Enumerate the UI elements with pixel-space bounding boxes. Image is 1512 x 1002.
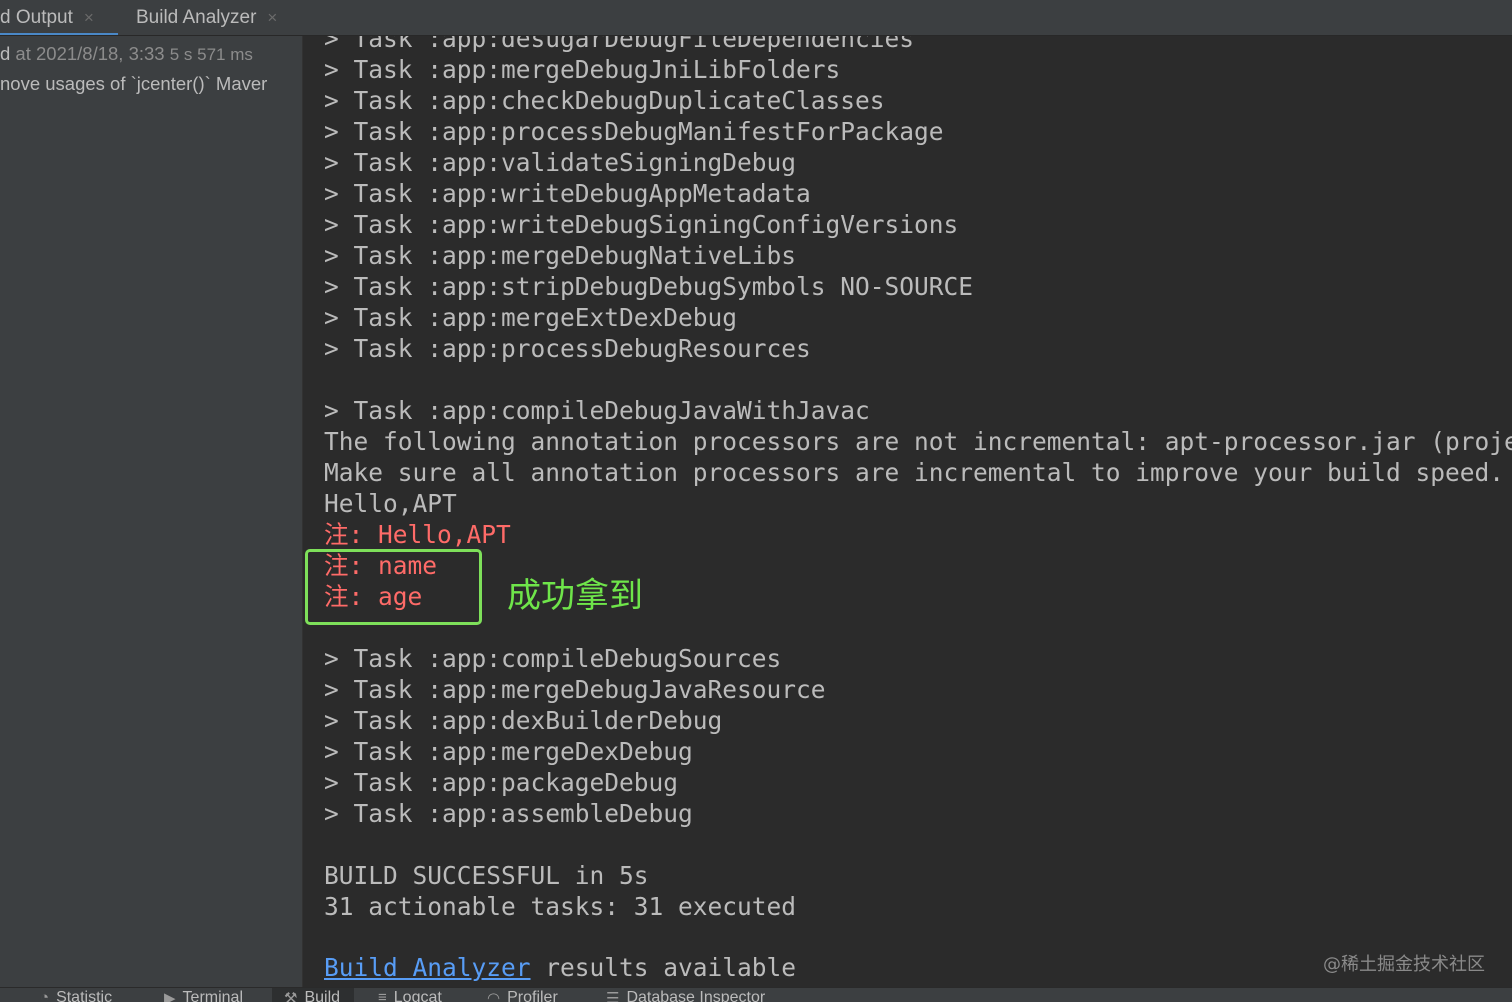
build-analyzer-link[interactable]: Build Analyzer — [324, 953, 531, 982]
console-line: > Task :app:writeDebugAppMetadata — [324, 179, 811, 208]
console-line: Make sure all annotation processors are … — [324, 458, 1505, 487]
build-tree-item-root[interactable]: d at 2021/8/18, 3:33 5 s 571 ms — [0, 40, 253, 68]
bottom-tab-label: Database Inspector — [626, 989, 766, 1002]
bottom-tool-bar: ◔ Statistic ▶ Terminal ⚒ Build ≡ Logcat … — [0, 987, 1512, 1002]
tab-build-analyzer-label: Build Analyzer — [136, 6, 257, 28]
build-timestamp: at 2021/8/18, 3:33 — [10, 43, 170, 64]
console-line-note: 注: Hello,APT — [324, 520, 511, 549]
bottom-tab-profiler[interactable]: ◠ Profiler — [487, 988, 558, 1002]
console-line: > Task :app:mergeDebugJavaResource — [324, 675, 826, 704]
bottom-tab-logcat[interactable]: ≡ Logcat — [378, 988, 442, 1002]
console-line: The following annotation processors are … — [324, 427, 1512, 456]
bottom-tab-label: Logcat — [393, 989, 442, 1002]
bottom-tab-label: Build — [304, 989, 341, 1002]
terminal-icon: ▶ — [164, 990, 176, 1002]
console-line: > Task :app:assembleDebug — [324, 799, 693, 828]
console-line: > Task :app:desugarDebugFileDependencies — [324, 36, 915, 53]
close-icon[interactable]: × — [84, 8, 94, 28]
console-line: > Task :app:mergeDebugNativeLibs — [324, 241, 797, 270]
console-line: > Task :app:compileDebugJavaWithJavac — [324, 396, 870, 425]
bottom-tab-label: Statistic — [56, 989, 113, 1002]
console-line: BUILD SUCCESSFUL in 5s — [324, 861, 649, 890]
highlight-box — [305, 549, 482, 625]
gauge-icon: ◠ — [487, 990, 501, 1002]
database-icon: ☰ — [606, 990, 620, 1002]
watermark: @稀土掘金技术社区 — [1323, 954, 1485, 975]
build-status-text: d — [0, 43, 11, 64]
pie-chart-icon: ◔ — [40, 989, 50, 1002]
tool-window-tabbar: d Output × Build Analyzer × — [0, 0, 1512, 36]
console-line: > Task :app:dexBuilderDebug — [324, 706, 723, 735]
logcat-icon: ≡ — [378, 989, 387, 1002]
console-line-results: Build Analyzer results available — [324, 952, 796, 983]
build-tree-item-warning[interactable]: nove usages of `jcenter()` Maver — [0, 70, 267, 98]
console-line: > Task :app:processDebugManifestForPacka… — [324, 117, 944, 146]
console-line: > Task :app:compileDebugSources — [324, 644, 782, 673]
console-line: > Task :app:mergeDexDebug — [324, 737, 693, 766]
bottom-tab-statistic[interactable]: ◔ Statistic — [40, 988, 112, 1002]
console-line: 31 actionable tasks: 31 executed — [324, 892, 797, 921]
console-line: > Task :app:checkDebugDuplicateClasses — [324, 86, 885, 115]
bottom-tab-database-inspector[interactable]: ☰ Database Inspector — [606, 988, 765, 1002]
tab-build-analyzer[interactable]: Build Analyzer × — [136, 0, 277, 35]
bottom-tab-build[interactable]: ⚒ Build — [272, 988, 355, 1002]
bottom-tab-terminal[interactable]: ▶ Terminal — [164, 988, 243, 1002]
active-tab-indicator — [0, 33, 118, 35]
console-line: > Task :app:writeDebugSigningConfigVersi… — [324, 210, 959, 239]
results-available-text: results available — [530, 953, 797, 982]
bottom-tab-label: Profiler — [507, 989, 558, 1002]
hammer-icon: ⚒ — [284, 990, 298, 1002]
console-line: > Task :app:packageDebug — [324, 768, 679, 797]
close-icon[interactable]: × — [267, 8, 277, 28]
build-console-output: > Task :app:desugarDebugFileDependencies… — [303, 36, 1512, 987]
build-tree-panel: d at 2021/8/18, 3:33 5 s 571 ms nove usa… — [0, 36, 303, 987]
build-duration: 5 s 571 ms — [169, 45, 253, 64]
console-line: > Task :app:mergeExtDexDebug — [324, 303, 738, 332]
tab-build-output-label: d Output — [0, 6, 73, 28]
tab-build-output[interactable]: d Output × — [0, 0, 94, 35]
console-line: > Task :app:stripDebugDebugSymbols NO-SO… — [324, 272, 974, 301]
console-line: > Task :app:mergeDebugJniLibFolders — [324, 55, 841, 84]
annotation-label: 成功拿到 — [507, 576, 643, 616]
console-line: > Task :app:processDebugResources — [324, 334, 811, 363]
console-line: > Task :app:validateSigningDebug — [324, 148, 797, 177]
bottom-tab-label: Terminal — [182, 989, 244, 1002]
warning-text: nove usages of `jcenter()` Maver — [0, 73, 268, 94]
console-line: Hello,APT — [324, 489, 457, 518]
